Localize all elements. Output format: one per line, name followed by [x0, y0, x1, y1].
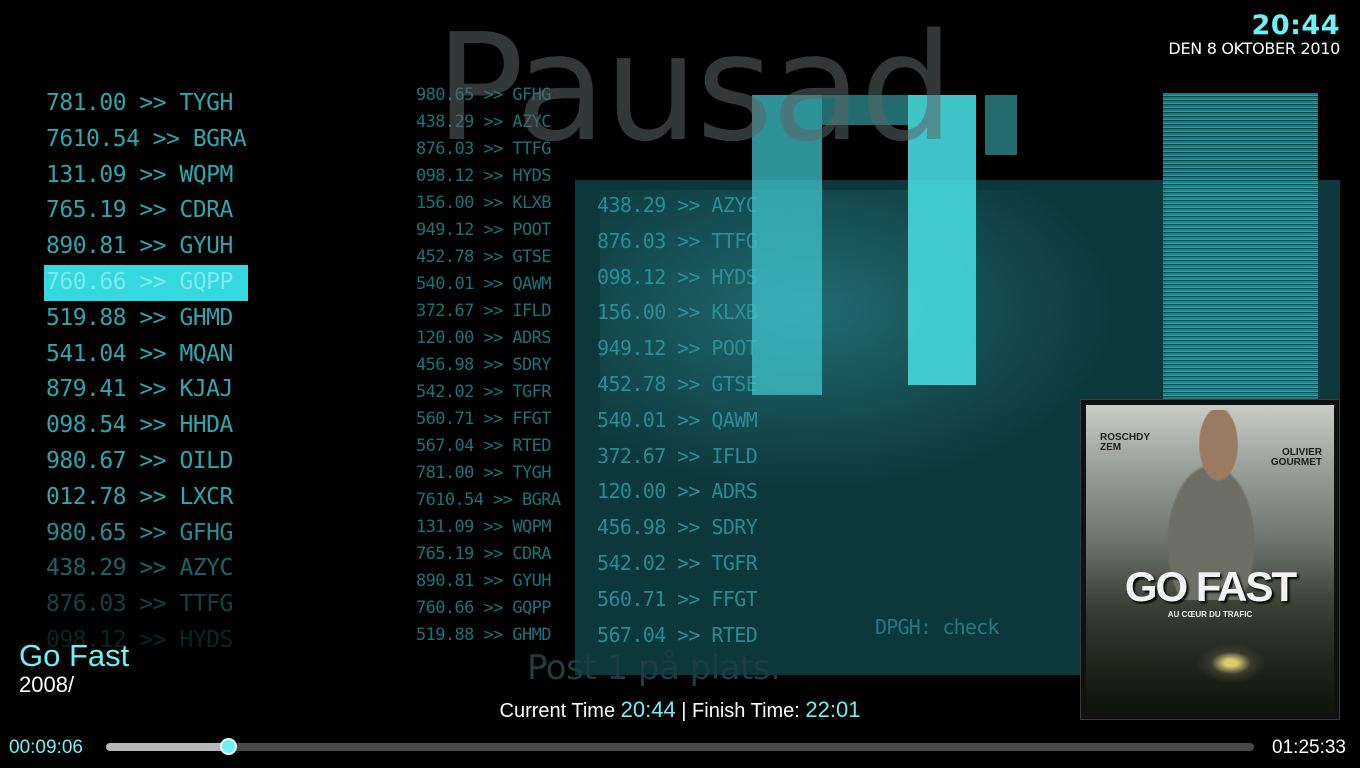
video-number-line: 542.02 >> TGFR	[416, 382, 551, 402]
poster-tagline: AU CŒUR DU TRAFIC	[1167, 610, 1253, 619]
video-number-line: 156.00 >> KLXB	[597, 300, 758, 325]
video-number-line: 540.01 >> QAWM	[416, 274, 551, 294]
total-duration: 01:25:33	[1272, 737, 1346, 758]
video-number-line: 542.02 >> TGFR	[597, 550, 758, 575]
video-number-line: 131.09 >> WQPM	[46, 161, 233, 188]
video-number-line: 7610.54 >> BGRA	[46, 125, 247, 152]
video-number-line: 876.03 >> TTFG	[597, 228, 758, 253]
video-number-line: 7610.54 >> BGRA	[416, 490, 561, 510]
poster-title: GO FAST	[1124, 563, 1297, 610]
video-panel-text: DPGH: check	[875, 615, 999, 639]
video-number-line: 098.54 >> HHDA	[46, 412, 233, 439]
video-number-line: 560.71 >> FFGT	[597, 586, 758, 611]
video-number-line: 890.81 >> GYUH	[46, 233, 233, 260]
paused-label: Pausad	[435, 2, 954, 174]
video-number-line: 781.00 >> TYGH	[416, 463, 551, 483]
video-number-line: 131.09 >> WQPM	[416, 517, 551, 537]
video-number-line: 156.00 >> KLXB	[416, 193, 551, 213]
time-separator: |	[681, 700, 687, 722]
seek-bar-progress	[106, 743, 228, 751]
video-number-line: 456.98 >> SDRY	[597, 515, 758, 540]
video-number-line: 519.88 >> GHMD	[416, 625, 551, 645]
video-number-line: 452.78 >> GTSE	[597, 371, 758, 396]
video-number-line: 519.88 >> GHMD	[46, 304, 233, 331]
video-number-line: 098.12 >> HYDS	[597, 264, 758, 289]
video-number-line: 765.19 >> CDRA	[416, 544, 551, 564]
video-number-column-left: 781.00 >> TYGH 7610.54 >> BGRA 131.09 >> W…	[44, 86, 248, 659]
video-number-line: 456.98 >> SDRY	[416, 355, 551, 375]
current-time-label: Current Time	[499, 700, 616, 722]
video-number-line: 012.78 >> LXCR	[46, 483, 233, 510]
video-number-line: 372.67 >> IFLD	[597, 443, 758, 468]
media-title: Go Fast	[19, 638, 130, 673]
finish-time-label: Finish Time:	[692, 700, 800, 722]
current-time-value: 20:44	[620, 697, 676, 722]
video-number-line: 876.03 >> TTFG	[46, 591, 233, 618]
video-number-line: 540.01 >> QAWM	[597, 407, 758, 432]
video-number-line: 980.65 >> GFHG	[46, 519, 233, 546]
elapsed-time: 00:09:06	[9, 737, 83, 758]
movie-poster: ROSCHDY ZEM OLIVIER GOURMET GO FAST AU C…	[1086, 405, 1334, 713]
video-number-line: 120.00 >> ADRS	[597, 479, 758, 504]
video-light-bar	[985, 95, 1017, 155]
finish-time-value: 22:01	[805, 697, 861, 722]
video-static-block	[1163, 93, 1318, 403]
video-number-line: 541.04 >> MQAN	[46, 340, 233, 367]
seek-bar-handle[interactable]	[219, 738, 237, 755]
poster-car	[1196, 643, 1266, 683]
video-number-line: 438.29 >> AZYC	[46, 555, 233, 582]
video-number-line: 567.04 >> RTED	[416, 436, 551, 456]
video-subtitle: Post 1 på plats.	[527, 648, 781, 688]
poster-actor-2: OLIVIER GOURMET	[1270, 447, 1322, 468]
video-number-line: 452.78 >> GTSE	[416, 247, 551, 267]
video-number-line: 438.29 >> AZYC	[597, 193, 758, 217]
video-number-line: 760.66 >> GQPP	[44, 264, 248, 301]
video-number-line: 890.81 >> GYUH	[416, 571, 551, 591]
video-number-line: 560.71 >> FFGT	[416, 409, 551, 429]
video-number-column-panel: 438.29 >> AZYC 876.03 >> TTFG 098.12 >> HY…	[597, 188, 758, 653]
time-info: Current Time 20:44 | Finish Time: 22:01	[0, 697, 1360, 723]
video-number-line: 781.00 >> TYGH	[46, 90, 233, 116]
clock: 20:44	[1251, 10, 1340, 41]
video-number-line: 372.67 >> IFLD	[416, 301, 551, 321]
video-number-line: 120.00 >> ADRS	[416, 328, 551, 348]
video-number-line: 949.12 >> POOT	[597, 336, 758, 361]
date-label: DEN 8 OKTOBER 2010	[1168, 39, 1340, 58]
video-number-line: 980.67 >> OILD	[46, 447, 233, 474]
seek-bar[interactable]	[106, 738, 1254, 755]
video-number-line: 760.66 >> GQPP	[416, 598, 551, 618]
video-number-line: 949.12 >> POOT	[416, 220, 551, 240]
video-number-line: 765.19 >> CDRA	[46, 197, 233, 224]
video-number-line: 879.41 >> KJAJ	[46, 376, 233, 403]
poster-actor-1: ROSCHDY ZEM	[1100, 432, 1150, 453]
media-year: 2008/	[19, 672, 75, 697]
